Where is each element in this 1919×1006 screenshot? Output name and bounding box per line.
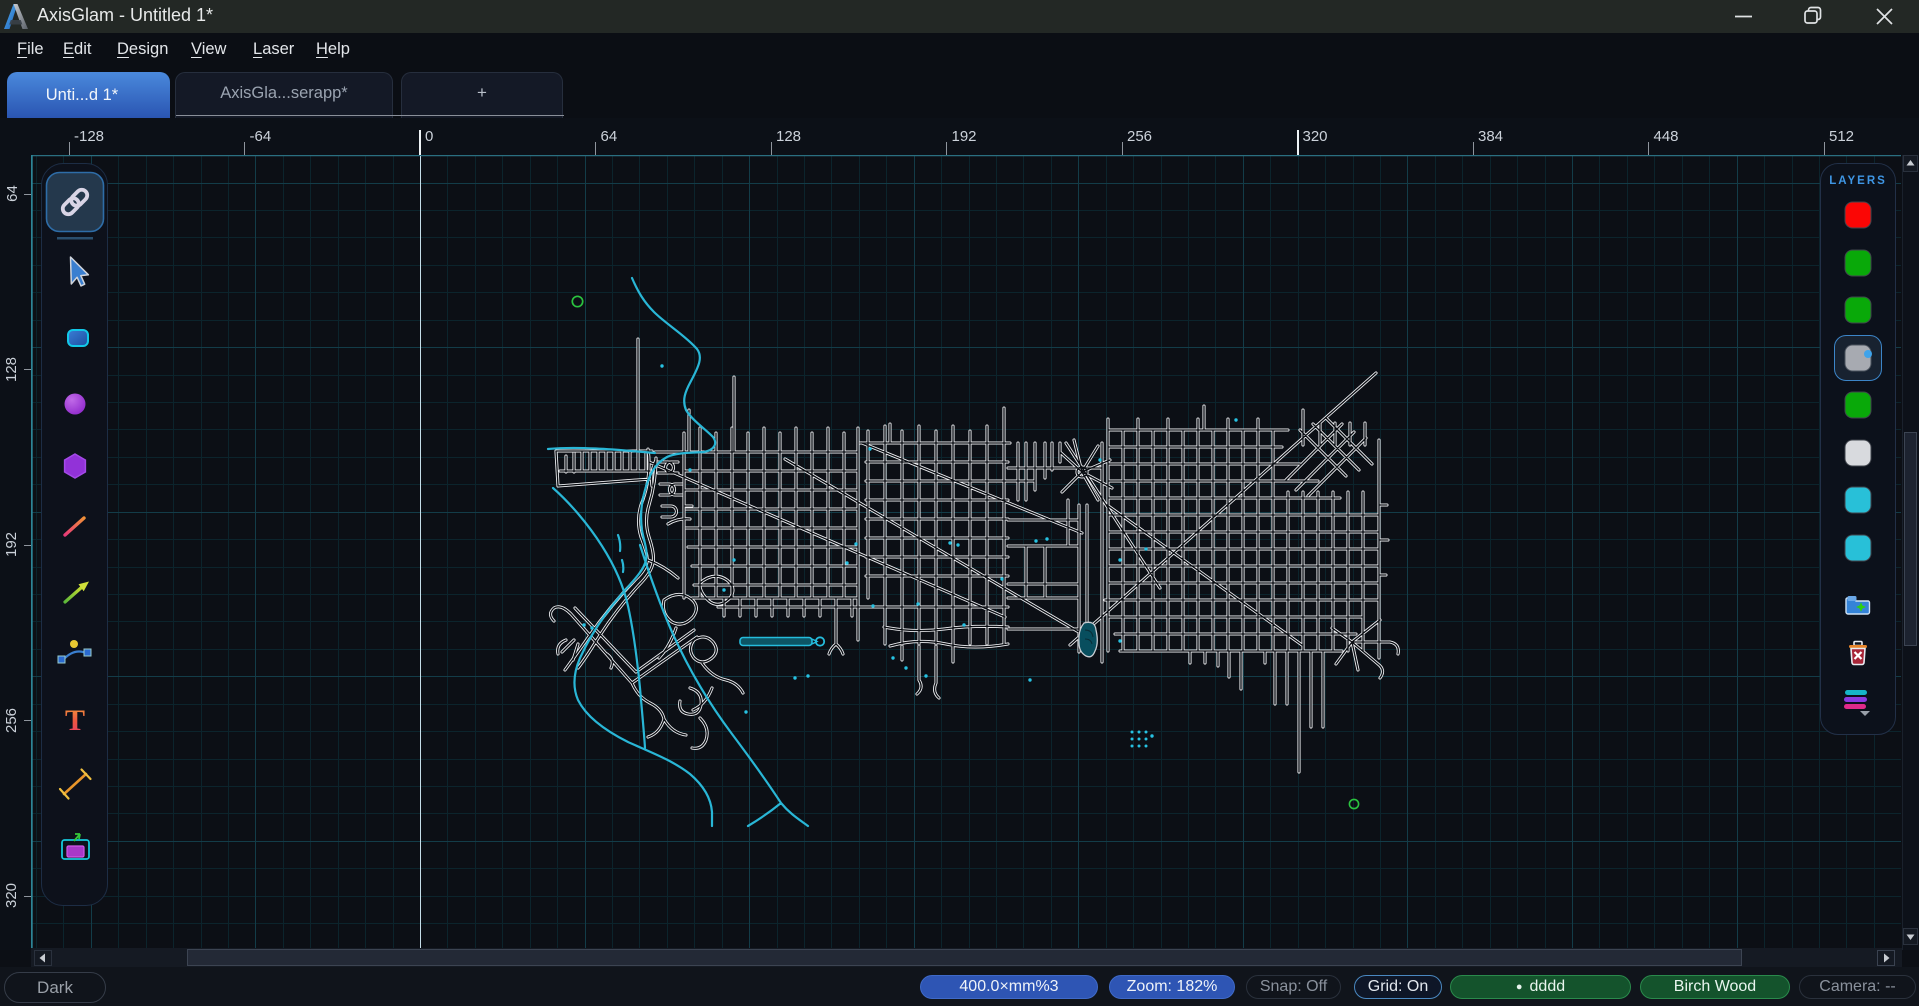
svg-text:T: T	[65, 704, 85, 737]
